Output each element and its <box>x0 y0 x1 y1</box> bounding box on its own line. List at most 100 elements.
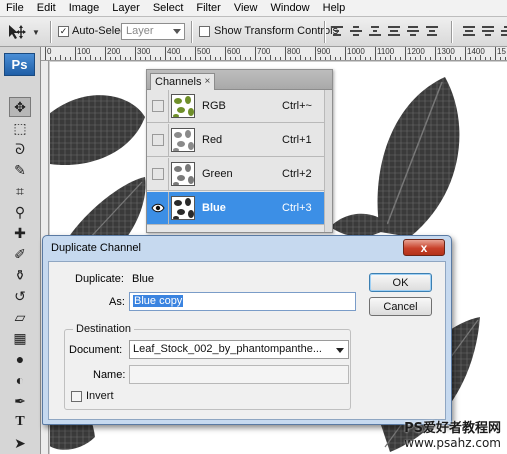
path-select-icon[interactable]: ➤ <box>9 433 31 453</box>
visibility-toggle[interactable] <box>147 89 169 123</box>
blur-icon[interactable]: ● <box>9 349 31 369</box>
document-dropdown[interactable]: Leaf_Stock_002_by_phantompanthe... <box>129 340 349 359</box>
cancel-button[interactable]: Cancel <box>369 297 432 316</box>
ruler-label: 700 <box>257 47 271 56</box>
auto-select-target-value: Layer <box>126 25 154 37</box>
menu-help[interactable]: Help <box>317 0 353 17</box>
eraser-icon[interactable]: ▱ <box>9 307 31 327</box>
ruler-minor-tick <box>205 57 206 60</box>
options-bar: ▼ ✓ Auto-Select: Layer Show Transform Co… <box>0 17 507 47</box>
name-field[interactable] <box>129 365 349 384</box>
ruler-minor-tick <box>250 57 251 60</box>
ruler-minor-tick <box>175 57 176 60</box>
align-horizontal-centers-icon[interactable] <box>406 22 420 40</box>
menu-view[interactable]: View <box>228 0 265 17</box>
channel-row-green[interactable]: Green Ctrl+2 <box>147 157 325 191</box>
align-bottom-edges-icon[interactable] <box>368 22 382 40</box>
distribute-buttons <box>462 22 507 40</box>
quick-select-icon[interactable]: ✎ <box>9 160 31 180</box>
pen-icon[interactable]: ✒ <box>9 391 31 411</box>
chevron-down-icon <box>173 29 181 34</box>
tab-channels[interactable]: Channels × <box>150 73 216 90</box>
clone-stamp-icon[interactable]: ⚱ <box>9 265 31 285</box>
menu-select[interactable]: Select <box>147 0 191 17</box>
move-icon[interactable]: ✥ <box>9 97 31 117</box>
auto-select-check-box[interactable]: ✓ <box>58 25 69 37</box>
align-vertical-centers-icon[interactable] <box>349 22 363 40</box>
ruler-minor-tick <box>350 57 351 60</box>
close-button[interactable]: x <box>403 239 445 256</box>
visibility-toggle[interactable] <box>147 123 169 157</box>
channel-row-blue[interactable]: Blue Ctrl+3 <box>147 191 325 225</box>
watermark-title: PS爱好者教程网 <box>404 421 501 436</box>
channel-row-red[interactable]: Red Ctrl+1 <box>147 123 325 157</box>
menu-edit[interactable]: Edit <box>31 0 63 17</box>
type-icon[interactable]: T <box>9 412 31 432</box>
ruler-minor-tick <box>475 57 476 60</box>
healing-brush-icon[interactable]: ✚ <box>9 223 31 243</box>
close-icon[interactable]: × <box>204 74 210 90</box>
eyedropper-icon[interactable]: ⚲ <box>9 202 31 222</box>
ruler-minor-tick <box>100 57 101 60</box>
ruler-label: 1400 <box>467 47 485 56</box>
show-transform-check-box[interactable] <box>199 25 210 37</box>
distribute-top-icon[interactable] <box>462 22 476 40</box>
channel-thumbnail <box>171 196 195 220</box>
align-top-edges-icon[interactable] <box>330 22 344 40</box>
channel-row-rgb[interactable]: RGB Ctrl+~ <box>147 89 325 123</box>
visibility-toggle[interactable] <box>147 191 169 225</box>
align-left-edges-icon[interactable] <box>387 22 401 40</box>
ruler-minor-tick <box>500 57 501 60</box>
ruler-minor-tick <box>120 55 121 60</box>
dialog-titlebar[interactable]: Duplicate Channel x <box>43 236 451 260</box>
ruler-tick <box>435 47 436 60</box>
ruler-tick <box>105 47 106 60</box>
menu-layer[interactable]: Layer <box>106 0 147 17</box>
dialog-body: Duplicate: Blue As: Blue copy OK Cancel … <box>48 261 446 420</box>
ruler-minor-tick <box>430 57 431 60</box>
ruler-minor-tick <box>230 57 231 60</box>
auto-select-target-dropdown[interactable]: Layer <box>121 23 185 40</box>
crop-icon[interactable]: ⌗ <box>9 181 31 201</box>
ruler-minor-tick <box>155 57 156 60</box>
ruler-minor-tick <box>215 57 216 60</box>
ruler-minor-tick <box>300 55 301 60</box>
visibility-toggle[interactable] <box>147 157 169 191</box>
ruler-tick <box>405 47 406 60</box>
lasso-icon[interactable]: ᘐ <box>9 139 31 159</box>
ruler-minor-tick <box>325 57 326 60</box>
distribute-bottom-icon[interactable] <box>500 22 507 40</box>
ruler-minor-tick <box>95 57 96 60</box>
ruler-minor-tick <box>55 57 56 60</box>
ruler-label: 15 <box>497 47 506 56</box>
brush-icon[interactable]: ✐ <box>9 244 31 264</box>
menu-window[interactable]: Window <box>265 0 317 17</box>
horizontal-ruler: 0 100 200 300 400 500 600 700 800 900 1000 1100 1200… <box>41 47 507 61</box>
close-icon: x <box>420 240 428 255</box>
invert-check-box[interactable] <box>71 390 82 402</box>
history-brush-icon[interactable]: ↺ <box>9 286 31 306</box>
dodge-icon[interactable]: ◐ <box>9 370 31 390</box>
tool-preset-picker[interactable]: ▼ <box>6 22 46 42</box>
marquee-icon[interactable]: ⬚ <box>9 118 31 138</box>
ruler-tick <box>75 47 76 60</box>
invert-checkbox[interactable]: Invert <box>71 390 114 402</box>
ruler-minor-tick <box>270 55 271 60</box>
ok-button[interactable]: OK <box>369 273 432 292</box>
ruler-minor-tick <box>305 57 306 60</box>
channels-scrollbar[interactable] <box>324 90 332 232</box>
ruler-label: 900 <box>317 47 331 56</box>
menu-filter[interactable]: Filter <box>190 0 227 17</box>
menu-image[interactable]: Image <box>63 0 107 17</box>
show-transform-controls-checkbox[interactable]: Show Transform Controls <box>199 25 338 37</box>
ruler-minor-tick <box>170 57 171 60</box>
as-name-input[interactable]: Blue copy <box>129 292 356 311</box>
gradient-icon[interactable]: ▦ <box>9 328 31 348</box>
align-right-edges-icon[interactable] <box>425 22 439 40</box>
distribute-centers-icon[interactable] <box>481 22 495 40</box>
menu-file[interactable]: File <box>0 0 31 17</box>
photoshop-logo[interactable]: Ps <box>4 53 35 76</box>
invert-label: Invert <box>86 390 114 402</box>
ruler-label: 1000 <box>347 47 365 56</box>
ruler-minor-tick <box>425 57 426 60</box>
